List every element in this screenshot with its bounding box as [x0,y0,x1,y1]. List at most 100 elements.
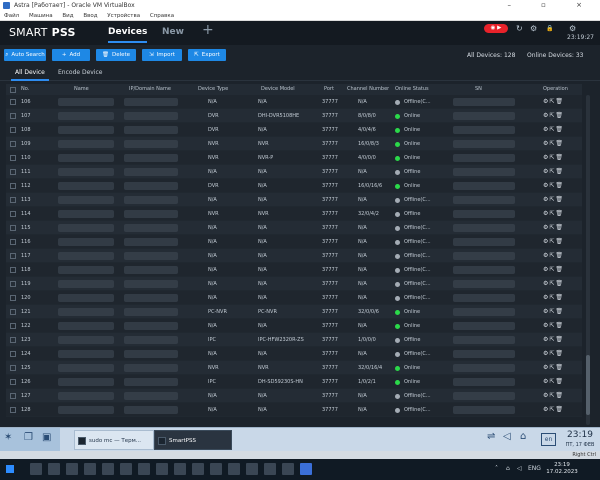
task-terminal[interactable]: sudo mc — Терм... [74,430,154,450]
volume-icon[interactable]: ◁ [503,431,511,442]
col-name[interactable]: Name [74,84,89,95]
export-button[interactable]: ⇱ Export [188,49,226,61]
host-app-icon[interactable] [84,463,96,475]
table-row[interactable]: 117 N/A N/A 37777 N/A Offline(C... ⚙⇱🗑 [6,249,582,263]
table-row[interactable]: 123 IPC IPC-HFW2320R-ZS 37777 1/0/0/0 Offline… [6,333,582,347]
add-button[interactable]: + Add [52,49,90,61]
task-smartpss[interactable]: SmartPSS [154,430,232,450]
row-checkbox[interactable] [10,407,16,413]
table-row[interactable]: 109 NVR NVR 37777 16/0/8/3 Online ⚙⇱🗑 [6,137,582,151]
col-channel[interactable]: Channel Number [347,84,389,95]
table-row[interactable]: 114 NVR NVR 37777 32/0/4/2 Offline ⚙⇱🗑 [6,207,582,221]
trash-icon[interactable]: 🗑 [555,238,564,245]
row-checkbox[interactable] [10,169,16,175]
vbox-menu-file[interactable]: Файл [4,13,19,19]
trash-icon[interactable]: 🗑 [555,168,564,175]
trash-icon[interactable]: 🗑 [555,336,564,343]
row-checkbox[interactable] [10,281,16,287]
scrollbar-thumb[interactable] [586,355,590,415]
trash-icon[interactable]: 🗑 [555,112,564,119]
table-row[interactable]: 107 DVR DHI-DVR5108HE 37777 8/0/8/0 Online ⚙⇱🗑 [6,109,582,123]
col-device-type[interactable]: Device Type [198,84,228,95]
row-checkbox[interactable] [10,253,16,259]
table-row[interactable]: 125 NVR NVR 37777 32/0/16/4 Online ⚙⇱🗑 [6,361,582,375]
host-app-icon[interactable] [120,463,132,475]
trash-icon[interactable]: 🗑 [555,294,564,301]
trash-icon[interactable]: 🗑 [555,224,564,231]
table-row[interactable]: 112 DVR N/A 37777 16/0/16/6 Online ⚙⇱🗑 [6,179,582,193]
delete-button[interactable]: 🗑 Delete [96,49,136,61]
table-row[interactable]: 121 PC-NVR PC-NVR 37777 32/0/0/6 Online ⚙⇱🗑 [6,305,582,319]
table-row[interactable]: 126 IPC DH-SD59230S-HN 37777 1/0/2/1 Online ⚙⇱… [6,375,582,389]
row-checkbox[interactable] [10,211,16,217]
trash-icon[interactable]: 🗑 [555,98,564,105]
record-badge[interactable]: ◉ ▶ [484,24,508,33]
trash-icon[interactable]: 🗑 [555,364,564,371]
trash-icon[interactable]: 🗑 [555,378,564,385]
row-checkbox[interactable] [10,225,16,231]
table-row[interactable]: 122 N/A N/A 37777 N/A Online ⚙⇱🗑 [6,319,582,333]
trash-icon[interactable]: 🗑 [555,252,564,259]
trash-icon[interactable]: 🗑 [555,182,564,189]
row-checkbox[interactable] [10,183,16,189]
select-all-checkbox[interactable] [10,86,16,93]
table-row[interactable]: 119 N/A N/A 37777 N/A Offline(C... ⚙⇱🗑 [6,277,582,291]
row-checkbox[interactable] [10,309,16,315]
col-device-model[interactable]: Device Model [261,84,295,95]
refresh-icon[interactable]: ↻ [516,24,523,33]
tray-network-icon[interactable]: ⌂ [506,465,510,472]
row-checkbox[interactable] [10,113,16,119]
host-app-icon[interactable] [174,463,186,475]
auto-search-button[interactable]: ⌕ Auto Search [4,49,46,61]
tab-encode-device[interactable]: Encode Device [58,69,103,76]
trash-icon[interactable]: 🗑 [555,308,564,315]
windows-icon[interactable]: ❐ [24,432,33,443]
vbox-window-buttons[interactable]: – ▫ × [507,0,596,11]
trash-icon[interactable]: 🗑 [555,210,564,217]
tray-chevron-icon[interactable]: ˄ [495,465,498,472]
vbox-menu-help[interactable]: Справка [150,13,174,19]
host-app-icon[interactable] [192,463,204,475]
trash-icon[interactable]: 🗑 [555,126,564,133]
row-checkbox[interactable] [10,393,16,399]
host-app-icon[interactable] [210,463,222,475]
trash-icon[interactable]: 🗑 [555,140,564,147]
col-port[interactable]: Port [324,84,334,95]
row-checkbox[interactable] [10,141,16,147]
host-app-icon[interactable] [156,463,168,475]
star-menu-icon[interactable]: ✶ [4,432,12,443]
host-app-icon[interactable] [30,463,42,475]
row-checkbox[interactable] [10,99,16,105]
virtualbox-taskbar-icon[interactable] [300,463,312,475]
tab-new[interactable]: New [162,27,184,37]
windows-start-icon[interactable] [6,465,14,473]
table-row[interactable]: 128 N/A N/A 37777 N/A Offline(C... ⚙⇱🗑 [6,403,582,417]
screenshot-icon[interactable]: ▣ [42,432,51,443]
table-row[interactable]: 127 N/A N/A 37777 N/A Offline(C... ⚙⇱🗑 [6,389,582,403]
import-button[interactable]: ⇲ Import [142,49,182,61]
col-online-status[interactable]: Online Status [395,84,429,95]
row-checkbox[interactable] [10,155,16,161]
tab-all-device[interactable]: All Device [11,69,49,81]
vbox-menu-view[interactable]: Вид [62,13,73,19]
table-row[interactable]: 124 N/A N/A 37777 N/A Offline(C... ⚙⇱🗑 [6,347,582,361]
usb-icon[interactable]: ⇌ [487,431,495,442]
vbox-menu-devices[interactable]: Устройства [107,13,140,19]
row-checkbox[interactable] [10,365,16,371]
table-row[interactable]: 111 N/A N/A 37777 N/A Offline ⚙⇱🗑 [6,165,582,179]
tray-volume-icon[interactable]: ◁ [517,465,522,472]
table-row[interactable]: 120 N/A N/A 37777 N/A Offline(C... ⚙⇱🗑 [6,291,582,305]
trash-icon[interactable]: 🗑 [555,322,564,329]
trash-icon[interactable]: 🗑 [555,392,564,399]
col-ip[interactable]: IP/Domain Name [129,84,171,95]
trash-icon[interactable]: 🗑 [555,280,564,287]
vbox-menu-machine[interactable]: Машина [29,13,53,19]
host-app-icon[interactable] [246,463,258,475]
row-checkbox[interactable] [10,239,16,245]
host-app-icon[interactable] [282,463,294,475]
row-checkbox[interactable] [10,351,16,357]
vbox-menu-input[interactable]: Ввод [83,13,97,19]
row-checkbox[interactable] [10,379,16,385]
add-tab-button[interactable]: + [202,22,214,38]
trash-icon[interactable]: 🗑 [555,406,564,413]
